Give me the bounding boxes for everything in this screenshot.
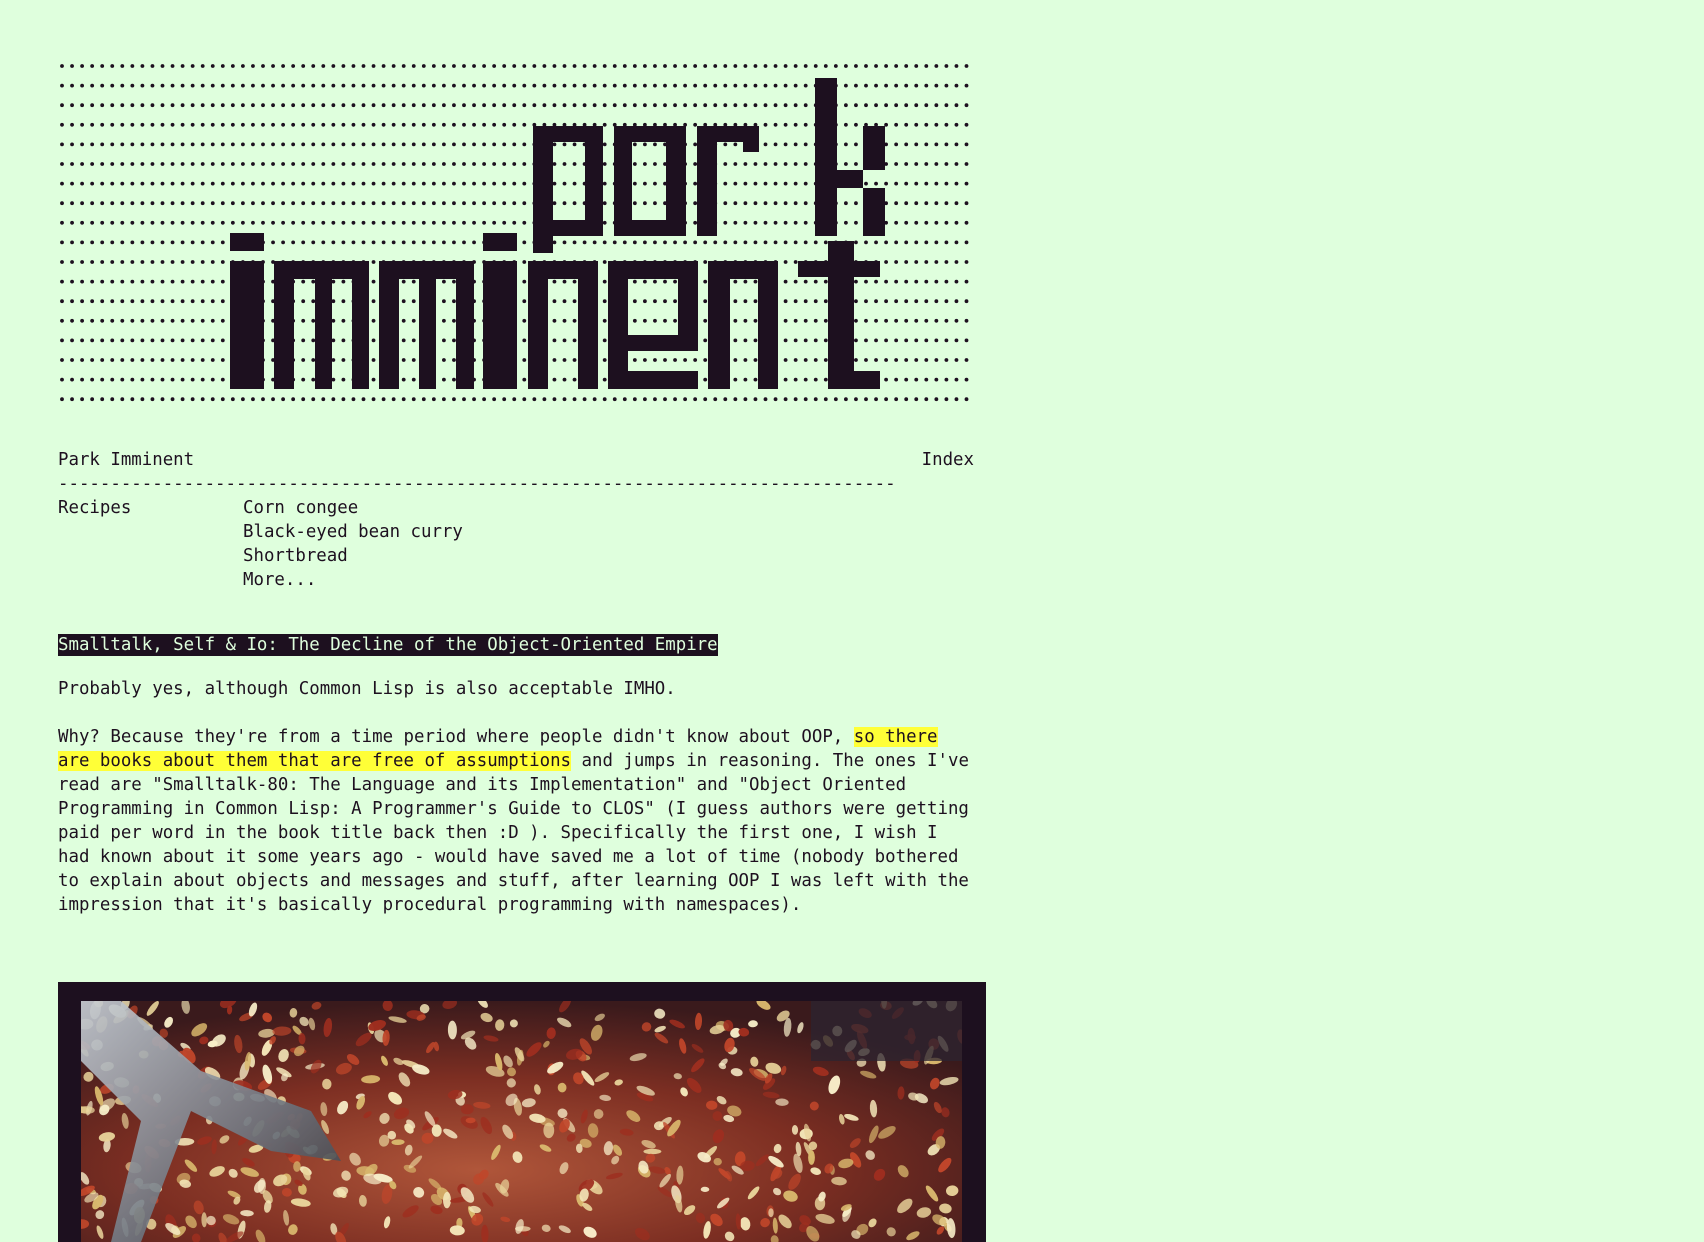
- recipe-link-shortbread[interactable]: Shortbread: [243, 544, 463, 568]
- photo-frame: [58, 982, 986, 1242]
- recipe-link-black-eyed-bean-curry[interactable]: Black-eyed bean curry: [243, 520, 463, 544]
- header-rule: ----------------------------------------…: [58, 474, 896, 494]
- food-photo-image: [81, 1001, 962, 1242]
- site-header: Park Imminent Index: [58, 448, 974, 472]
- recipes-label: Recipes: [58, 498, 132, 518]
- post-paragraph-2: Why? Because they're from a time period …: [58, 725, 978, 917]
- site-name[interactable]: Park Imminent: [58, 448, 194, 472]
- logo-graphic: [60, 64, 969, 402]
- food-photo: [81, 1001, 962, 1242]
- recipe-link-corn-congee[interactable]: Corn congee: [243, 496, 463, 520]
- logo-word-imminent: [230, 233, 880, 389]
- recipes-list: Corn congee Black-eyed bean curry Shortb…: [243, 496, 463, 592]
- post-title[interactable]: Smalltalk, Self & Io: The Decline of the…: [58, 634, 718, 656]
- index-link[interactable]: Index: [922, 448, 974, 472]
- post-paragraph-1: Probably yes, although Common Lisp is al…: [58, 679, 676, 699]
- site-logo[interactable]: [58, 58, 974, 408]
- post-paragraph-2-text-start: Why? Because they're from a time period …: [58, 727, 854, 747]
- post-paragraph-2-text-end: and jumps in reasoning. The ones I've re…: [58, 751, 969, 915]
- recipes-more-link[interactable]: More...: [243, 568, 463, 592]
